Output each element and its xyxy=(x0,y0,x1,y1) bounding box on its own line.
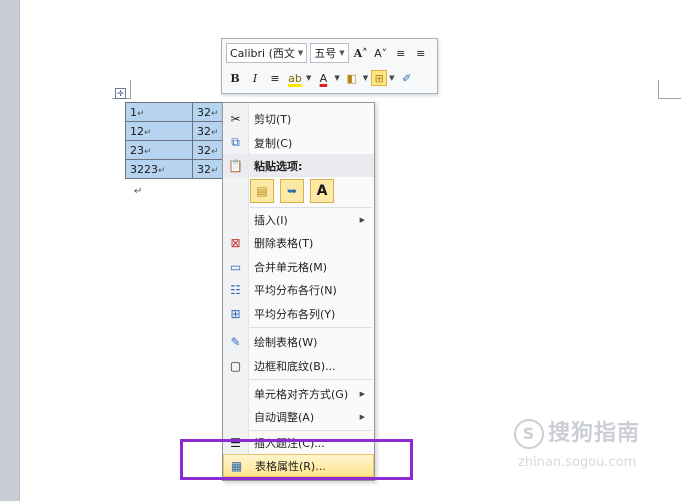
menu-item-cut[interactable]: ✂ 剪切(T) xyxy=(223,107,374,130)
table-cell[interactable]: 3223↵ xyxy=(125,159,193,179)
context-menu: ✂ 剪切(T) ⧉ 复制(C) 📋 粘贴选项: ▤ ➥ A 插入(I) ▶ ⊠ … xyxy=(222,102,375,481)
watermark-brand: 搜狗指南 xyxy=(548,421,641,446)
decrease-indent-icon[interactable]: ≡ xyxy=(392,44,410,62)
borders-shading-icon: ▢ xyxy=(229,358,242,373)
page-margin-corner-right xyxy=(658,80,681,99)
font-name-value: Calibri (西文 xyxy=(230,47,295,60)
table-cell[interactable]: 12↵ xyxy=(125,121,193,141)
submenu-arrow-icon: ▶ xyxy=(359,215,365,224)
cell-end-mark-icon: ↵ xyxy=(137,108,145,119)
menu-item-label: 单元格对齐方式(G) xyxy=(254,387,349,401)
blank-icon xyxy=(223,382,248,405)
shrink-font-icon[interactable]: A˅ xyxy=(372,44,390,62)
mini-toolbar: Calibri (西文 ▼ 五号 ▼ A˄ A˅ ≡ ≡ B I ≡ ab ▼ … xyxy=(221,38,438,94)
shading-button[interactable]: ◧ xyxy=(343,69,361,87)
draw-table-icon: ✎ xyxy=(230,334,241,349)
grow-font-icon[interactable]: A˄ xyxy=(352,44,370,62)
menu-item-label: 边框和底纹(B)... xyxy=(254,359,336,373)
menu-item-label: 粘贴选项: xyxy=(254,159,303,173)
table-cell[interactable]: 1↵ xyxy=(125,102,193,122)
table-cell[interactable]: 23↵ xyxy=(125,140,193,160)
table-row: 23↵ 32↵ xyxy=(125,140,224,160)
cell-end-mark-icon: ↵ xyxy=(211,146,219,157)
cell-end-mark-icon: ↵ xyxy=(144,127,152,138)
menu-item-label: 平均分布各列(Y) xyxy=(254,307,336,321)
table-cell[interactable]: 32↵ xyxy=(192,121,224,141)
table-row: 1↵ 32↵ xyxy=(125,102,224,122)
document-table: 1↵ 32↵ 12↵ 32↵ 23↵ 32↵ 3223↵ 32↵ xyxy=(125,102,224,179)
chevron-down-icon: ▼ xyxy=(339,49,345,57)
paste-options-row: ▤ ➥ A xyxy=(250,179,334,203)
bold-button[interactable]: B xyxy=(226,69,244,87)
paste-text-only-icon[interactable]: A xyxy=(310,179,334,203)
paste-merge-format-icon[interactable]: ➥ xyxy=(280,179,304,203)
watermark: S 搜狗指南 xyxy=(514,415,640,449)
paragraph-mark-icon: ↵ xyxy=(134,186,143,197)
menu-item-label: 合并单元格(M) xyxy=(254,260,328,274)
format-painter-button[interactable]: ✐ xyxy=(398,69,416,87)
copy-icon: ⧉ xyxy=(231,135,240,149)
distribute-rows-icon: ☷ xyxy=(230,282,241,297)
font-size-select[interactable]: 五号 ▼ xyxy=(310,43,349,63)
distribute-columns-icon: ⊞ xyxy=(230,306,241,321)
table-move-handle-icon[interactable]: ✛ xyxy=(115,88,126,99)
table-cell[interactable]: 32↵ xyxy=(192,140,224,160)
table-row: 12↵ 32↵ xyxy=(125,121,224,141)
submenu-arrow-icon: ▶ xyxy=(359,412,365,421)
menu-item-borders-shading[interactable]: ▢ 边框和底纹(B)... xyxy=(223,354,374,377)
menu-item-insert[interactable]: 插入(I) ▶ xyxy=(223,208,374,231)
cell-end-mark-icon: ↵ xyxy=(211,127,219,138)
font-size-value: 五号 xyxy=(314,47,337,60)
menu-item-copy[interactable]: ⧉ 复制(C) xyxy=(223,131,374,154)
highlight-color-button[interactable]: ab xyxy=(286,69,304,87)
chevron-down-icon[interactable]: ▼ xyxy=(363,74,368,82)
menu-item-label: 平均分布各行(N) xyxy=(254,283,337,297)
merge-cells-icon: ▭ xyxy=(229,259,242,274)
cell-end-mark-icon: ↵ xyxy=(211,165,219,176)
menu-item-draw-table[interactable]: ✎ 绘制表格(W) xyxy=(223,330,374,353)
font-name-select[interactable]: Calibri (西文 ▼ xyxy=(226,43,308,63)
chevron-down-icon[interactable]: ▼ xyxy=(334,74,339,82)
menu-item-distribute-columns[interactable]: ⊞ 平均分布各列(Y) xyxy=(223,302,374,325)
blank-icon xyxy=(223,405,248,428)
blank-icon xyxy=(223,208,248,231)
cell-end-mark-icon: ↵ xyxy=(211,108,219,119)
menu-item-label: 复制(C) xyxy=(254,136,293,150)
clipboard-icon: 📋 xyxy=(228,158,243,173)
menu-separator xyxy=(250,379,372,380)
table-cell[interactable]: 32↵ xyxy=(192,159,224,179)
menu-item-label: 绘制表格(W) xyxy=(254,335,318,349)
chevron-down-icon[interactable]: ▼ xyxy=(306,74,311,82)
cell-end-mark-icon: ↵ xyxy=(158,165,166,176)
increase-indent-icon[interactable]: ≡ xyxy=(412,44,430,62)
center-align-button[interactable]: ≡ xyxy=(266,69,284,87)
menu-separator xyxy=(250,327,372,328)
menu-item-label: 剪切(T) xyxy=(254,112,292,126)
chevron-down-icon: ▼ xyxy=(297,49,304,57)
submenu-arrow-icon: ▶ xyxy=(359,389,365,398)
borders-button[interactable]: ⊞ xyxy=(371,70,388,86)
delete-table-icon: ⊠ xyxy=(230,235,241,250)
sogou-logo-icon: S xyxy=(514,419,544,449)
chevron-down-icon[interactable]: ▼ xyxy=(389,74,394,82)
paste-keep-format-icon[interactable]: ▤ xyxy=(250,179,274,203)
italic-button[interactable]: I xyxy=(246,69,264,87)
cell-end-mark-icon: ↵ xyxy=(144,146,152,157)
table-cell[interactable]: 32↵ xyxy=(192,102,224,122)
scissors-icon: ✂ xyxy=(230,111,241,126)
menu-header-paste-options: 📋 粘贴选项: xyxy=(223,154,374,177)
menu-item-cell-alignment[interactable]: 单元格对齐方式(G) ▶ xyxy=(223,382,374,405)
menu-item-delete-table[interactable]: ⊠ 删除表格(T) xyxy=(223,231,374,254)
table-row: 3223↵ 32↵ xyxy=(125,159,224,179)
menu-item-label: 自动调整(A) xyxy=(254,410,315,424)
menu-item-distribute-rows[interactable]: ☷ 平均分布各行(N) xyxy=(223,278,374,301)
watermark-url: zhinan.sogou.com xyxy=(518,455,637,470)
font-color-button[interactable]: A xyxy=(314,69,332,87)
annotation-highlight-box xyxy=(180,439,413,480)
menu-item-autofit[interactable]: 自动调整(A) ▶ xyxy=(223,405,374,428)
menu-item-label: 插入(I) xyxy=(254,213,288,227)
menu-item-merge-cells[interactable]: ▭ 合并单元格(M) xyxy=(223,255,374,278)
menu-item-label: 删除表格(T) xyxy=(254,236,314,250)
